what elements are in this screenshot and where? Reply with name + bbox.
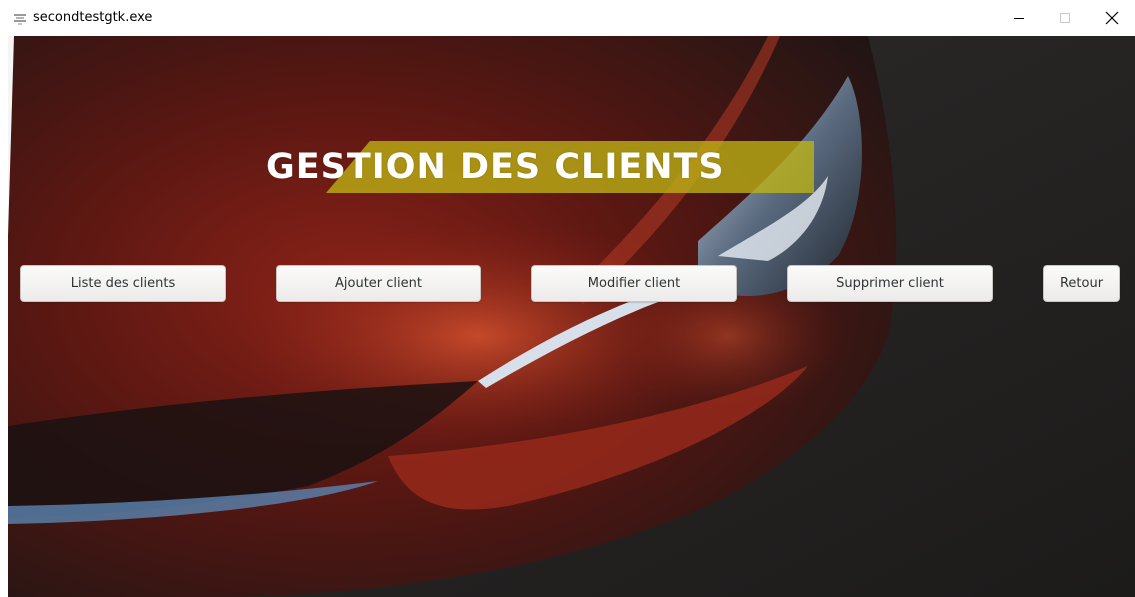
car-background-image	[8, 36, 1135, 597]
close-button[interactable]	[1089, 0, 1135, 36]
app-icon[interactable]	[13, 12, 27, 25]
window-title: secondtestgtk.exe	[33, 10, 153, 25]
maximize-button[interactable]	[1042, 0, 1088, 36]
minimize-button[interactable]	[996, 0, 1042, 36]
back-button[interactable]: Retour	[1043, 265, 1120, 302]
page-title: GESTION DES CLIENTS	[266, 147, 725, 187]
title-bar[interactable]: secondtestgtk.exe	[0, 0, 1135, 36]
edit-client-button[interactable]: Modifier client	[531, 265, 737, 302]
list-clients-button[interactable]: Liste des clients	[20, 265, 226, 302]
delete-client-button[interactable]: Supprimer client	[787, 265, 993, 302]
maximize-icon	[1060, 13, 1070, 23]
close-icon	[1105, 11, 1119, 25]
main-content: GESTION DES CLIENTS Liste des clients Aj…	[8, 36, 1135, 597]
add-client-button[interactable]: Ajouter client	[276, 265, 481, 302]
minimize-icon	[1014, 18, 1024, 19]
